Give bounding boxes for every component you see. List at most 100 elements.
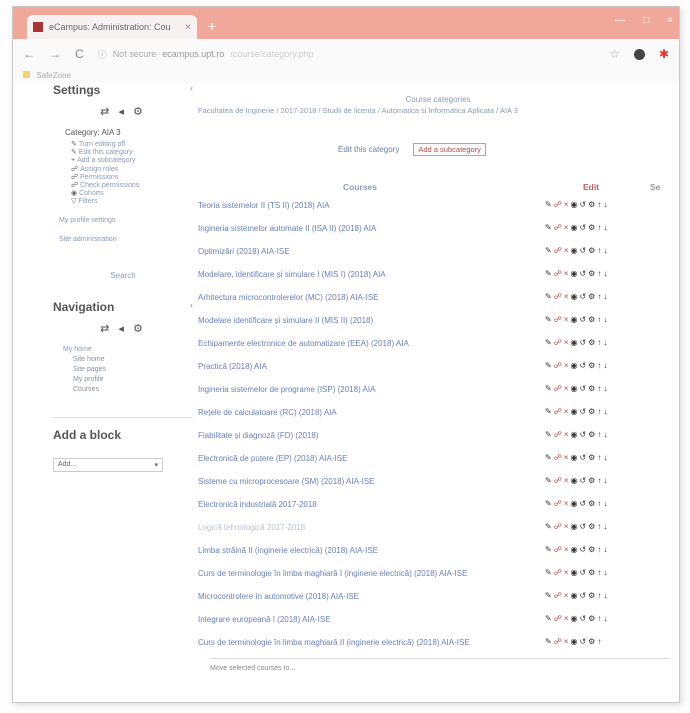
edit-icon[interactable]: ✎: [545, 200, 554, 209]
backup-icon[interactable]: ↺: [579, 591, 588, 600]
course-link[interactable]: Electronică de putere (EP) (2018) AIA-IS…: [198, 454, 347, 463]
roles-icon[interactable]: ☍: [554, 315, 564, 324]
block-control-icons[interactable]: ⇄ ◂ ⚙: [53, 105, 193, 118]
settings-icon[interactable]: ⚙: [588, 269, 597, 278]
url-field[interactable]: ⓘ Not secure ecampus.upt.ro /course/cate…: [98, 43, 596, 65]
roles-icon[interactable]: ☍: [554, 384, 564, 393]
course-link[interactable]: Arhitectura microcontrolerelor (MC) (201…: [198, 293, 379, 302]
browser-tab[interactable]: eCampus: Administration: Cou ×: [27, 15, 197, 39]
backup-icon[interactable]: ↺: [579, 614, 588, 623]
edit-icon[interactable]: ✎: [545, 545, 554, 554]
course-link[interactable]: Microcontrolere în automotive (2018) AIA…: [198, 592, 359, 601]
settings-item[interactable]: + Add a subcategory: [71, 157, 193, 165]
close-window-button[interactable]: ×: [667, 15, 673, 26]
new-tab-button[interactable]: +: [203, 19, 221, 33]
forward-button[interactable]: →: [49, 47, 61, 61]
my-profile-settings-link[interactable]: My profile settings: [59, 217, 193, 224]
edit-icon[interactable]: ✎: [545, 292, 554, 301]
edit-icon[interactable]: ✎: [545, 568, 554, 577]
settings-icon[interactable]: ⚙: [588, 407, 597, 416]
add-subcategory-button[interactable]: Add a subcategory: [413, 143, 486, 156]
backup-icon[interactable]: ↺: [579, 407, 588, 416]
down-icon[interactable]: ↓: [603, 614, 609, 623]
down-icon[interactable]: ↓: [603, 499, 609, 508]
course-link[interactable]: Modelare, identificare și simulare I (MI…: [198, 270, 386, 279]
bookmark-star-icon[interactable]: ☆: [609, 47, 620, 61]
settings-item[interactable]: ✎ Turn editing off: [71, 141, 193, 149]
backup-icon[interactable]: ↺: [579, 292, 588, 301]
search-link[interactable]: Search: [53, 271, 193, 280]
course-link[interactable]: Rețele de calculatoare (RC) (2018) AIA: [198, 408, 337, 417]
roles-icon[interactable]: ☍: [554, 246, 564, 255]
course-link[interactable]: Optimizări (2018) AIA-ISE: [198, 247, 290, 256]
settings-item[interactable]: ☍ Check permissions: [71, 182, 193, 190]
settings-icon[interactable]: ⚙: [588, 430, 597, 439]
settings-icon[interactable]: ⚙: [588, 453, 597, 462]
nav-item[interactable]: Site pages: [73, 365, 193, 375]
settings-item[interactable]: ◉ Cohorts: [71, 190, 193, 198]
settings-icon[interactable]: ⚙: [588, 568, 597, 577]
course-link[interactable]: Ingineria sistemelor automate II (ISA II…: [198, 224, 376, 233]
settings-icon[interactable]: ⚙: [588, 200, 597, 209]
settings-icon[interactable]: ⚙: [588, 614, 597, 623]
settings-item[interactable]: ✎ Edit this category: [71, 149, 193, 157]
breadcrumb[interactable]: Facultatea de Inginerie / 2017-2018 / St…: [198, 106, 678, 115]
down-icon[interactable]: ↓: [603, 591, 609, 600]
edit-category-link[interactable]: Edit this category: [338, 145, 399, 154]
settings-item[interactable]: ☍ Permissions: [71, 174, 193, 182]
edit-icon[interactable]: ✎: [545, 338, 554, 347]
backup-icon[interactable]: ↺: [579, 499, 588, 508]
maximize-button[interactable]: □: [643, 15, 649, 26]
roles-icon[interactable]: ☍: [554, 269, 564, 278]
bookmark-item[interactable]: SafeZone: [36, 71, 71, 80]
settings-icon[interactable]: ⚙: [588, 499, 597, 508]
backup-icon[interactable]: ↺: [579, 430, 588, 439]
roles-icon[interactable]: ☍: [554, 223, 564, 232]
backup-icon[interactable]: ↺: [579, 637, 588, 646]
edit-icon[interactable]: ✎: [545, 453, 554, 462]
settings-icon[interactable]: ⚙: [588, 315, 597, 324]
settings-icon[interactable]: ⚙: [588, 223, 597, 232]
backup-icon[interactable]: ↺: [579, 545, 588, 554]
settings-icon[interactable]: ⚙: [588, 361, 597, 370]
roles-icon[interactable]: ☍: [554, 522, 564, 531]
course-link[interactable]: Teoria sistemelor II (TS II) (2018) AIA: [198, 201, 330, 210]
edit-icon[interactable]: ✎: [545, 591, 554, 600]
down-icon[interactable]: ↓: [603, 338, 609, 347]
down-icon[interactable]: ↓: [603, 568, 609, 577]
edit-icon[interactable]: ✎: [545, 269, 554, 278]
down-icon[interactable]: ↓: [603, 269, 609, 278]
roles-icon[interactable]: ☍: [554, 361, 564, 370]
nav-item[interactable]: Courses: [73, 385, 193, 395]
course-link[interactable]: Ingineria sistemelor de programe (ISP) (…: [198, 385, 375, 394]
roles-icon[interactable]: ☍: [554, 338, 564, 347]
backup-icon[interactable]: ↺: [579, 453, 588, 462]
roles-icon[interactable]: ☍: [554, 453, 564, 462]
course-link[interactable]: Logică tehnologică 2017-2018: [198, 523, 305, 532]
settings-icon[interactable]: ⚙: [588, 476, 597, 485]
roles-icon[interactable]: ☍: [554, 430, 564, 439]
settings-icon[interactable]: ⚙: [588, 591, 597, 600]
course-link[interactable]: Echipamente electronice de automatizare …: [198, 339, 409, 348]
block-control-icons[interactable]: ⇄ ◂ ⚙: [53, 322, 193, 335]
roles-icon[interactable]: ☍: [554, 407, 564, 416]
course-link[interactable]: Fiabilitate și diagnoză (FD) (2018): [198, 431, 319, 440]
settings-icon[interactable]: ⚙: [588, 545, 597, 554]
edit-icon[interactable]: ✎: [545, 522, 554, 531]
backup-icon[interactable]: ↺: [579, 246, 588, 255]
roles-icon[interactable]: ☍: [554, 614, 564, 623]
down-icon[interactable]: ↓: [603, 361, 609, 370]
edit-icon[interactable]: ✎: [545, 315, 554, 324]
backup-icon[interactable]: ↺: [579, 223, 588, 232]
roles-icon[interactable]: ☍: [554, 200, 564, 209]
down-icon[interactable]: ↓: [603, 407, 609, 416]
settings-item[interactable]: ▽ Filters: [71, 198, 193, 206]
down-icon[interactable]: ↓: [603, 246, 609, 255]
roles-icon[interactable]: ☍: [554, 476, 564, 485]
backup-icon[interactable]: ↺: [579, 522, 588, 531]
reload-button[interactable]: C: [75, 47, 84, 61]
roles-icon[interactable]: ☍: [554, 292, 564, 301]
course-link[interactable]: Practică (2018) AIA: [198, 362, 267, 371]
course-link[interactable]: Sisteme cu microprocesoare (SM) (2018) A…: [198, 477, 375, 486]
course-link[interactable]: Limba străină II (inginerie electrică) (…: [198, 546, 378, 555]
